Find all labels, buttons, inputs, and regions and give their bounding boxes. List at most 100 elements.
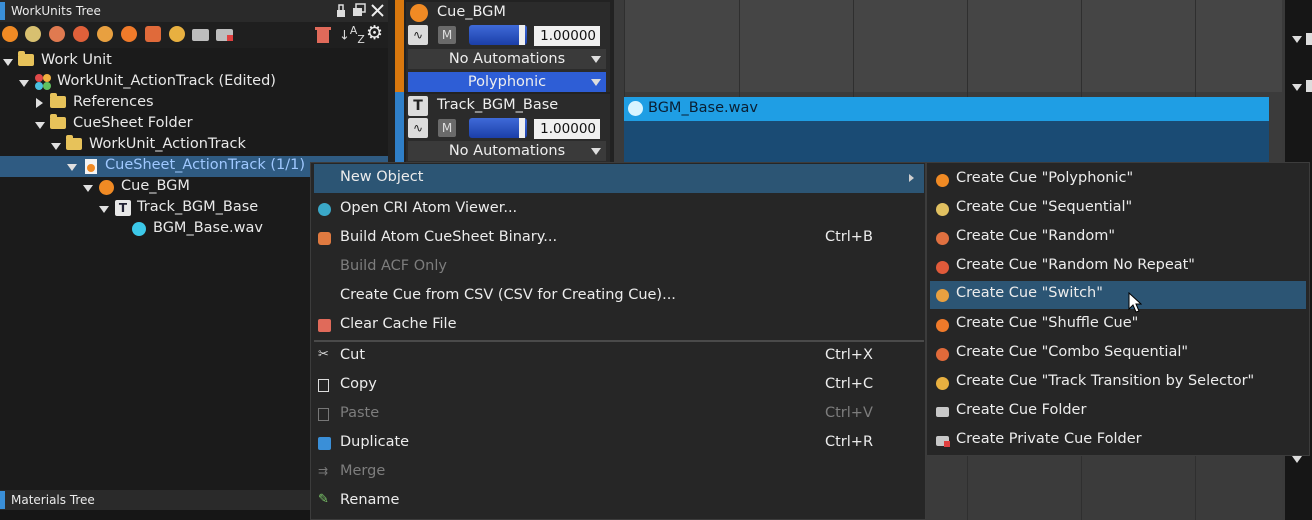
tree-item-cuesheet-folder[interactable]: CueSheet Folder bbox=[0, 114, 388, 135]
volume-value[interactable]: 1.00000 bbox=[534, 26, 600, 46]
cue-color-strip bbox=[395, 0, 404, 92]
menu-item-shortcut: Ctrl+B bbox=[825, 229, 873, 245]
submenu-item-shuffle[interactable]: Create Cue "Shuffle Cue" bbox=[930, 311, 1306, 339]
new-cue-folder-icon[interactable] bbox=[192, 29, 209, 41]
tree-item-workunit-actiontrack[interactable]: WorkUnit_ActionTrack (Edited) bbox=[0, 72, 388, 93]
volume-value[interactable]: 1.00000 bbox=[534, 119, 600, 139]
submenu-item-combo-sequential[interactable]: Create Cue "Combo Sequential" bbox=[930, 340, 1306, 368]
volume-slider[interactable] bbox=[469, 118, 527, 138]
new-shuffle-cue-icon[interactable] bbox=[121, 26, 137, 42]
menu-item-label: Create Cue from CSV (CSV for Creating Cu… bbox=[340, 287, 676, 303]
menu-item-rename[interactable]: ✎ Rename bbox=[314, 487, 924, 516]
expand-arrow-icon[interactable] bbox=[3, 59, 13, 66]
submenu-item-private-cue-folder[interactable]: Create Private Cue Folder bbox=[930, 427, 1306, 455]
tree-item-work-unit[interactable]: Work Unit bbox=[0, 51, 388, 72]
chevron-down-icon[interactable] bbox=[1292, 456, 1302, 463]
close-icon[interactable] bbox=[370, 3, 385, 18]
menu-item-merge[interactable]: ⇉ Merge bbox=[314, 458, 924, 487]
submenu-item-track-transition[interactable]: Create Cue "Track Transition by Selector… bbox=[930, 369, 1306, 397]
menu-item-open-atom-viewer[interactable]: Open CRI Atom Viewer... bbox=[314, 195, 924, 224]
expand-arrow-icon[interactable] bbox=[19, 80, 29, 87]
folder-icon bbox=[50, 93, 66, 108]
menu-item-shortcut: Ctrl+V bbox=[825, 405, 873, 421]
tree-item-label: BGM_Base.wav bbox=[153, 220, 263, 236]
track-icon: T bbox=[115, 200, 131, 216]
submenu-item-label: Create Cue "Sequential" bbox=[956, 199, 1133, 215]
audio-clip[interactable]: BGM_Base.wav bbox=[624, 97, 1269, 121]
menu-item-label: Paste bbox=[340, 405, 380, 421]
expand-arrow-icon[interactable] bbox=[83, 185, 93, 192]
gear-icon[interactable]: ⚙ bbox=[366, 22, 383, 44]
mouse-cursor-icon bbox=[1128, 292, 1142, 313]
expand-arrow-icon[interactable] bbox=[36, 98, 43, 108]
random-cue-icon bbox=[936, 232, 949, 245]
submenu-item-random[interactable]: Create Cue "Random" bbox=[930, 224, 1306, 252]
menu-item-build-acf-only[interactable]: Build ACF Only bbox=[314, 253, 924, 282]
mute-button[interactable]: M bbox=[438, 26, 456, 44]
menu-item-label: Clear Cache File bbox=[340, 316, 457, 332]
volume-slider[interactable] bbox=[469, 25, 527, 45]
materials-tree-titlebar: Materials Tree bbox=[0, 490, 310, 510]
tree-item-references[interactable]: References bbox=[0, 93, 388, 114]
build-icon bbox=[318, 232, 331, 245]
expand-arrow-icon[interactable] bbox=[51, 143, 61, 150]
new-sequential-cue-icon[interactable] bbox=[25, 26, 41, 42]
waveform-edit-icon[interactable]: ∿ bbox=[408, 118, 428, 138]
waveform-edit-icon[interactable]: ∿ bbox=[408, 25, 428, 45]
expand-arrow-icon[interactable] bbox=[67, 164, 77, 171]
menu-item-paste[interactable]: Paste Ctrl+V bbox=[314, 400, 924, 429]
menu-item-clear-cache[interactable]: Clear Cache File bbox=[314, 311, 924, 340]
polyphonic-cue-icon bbox=[99, 180, 114, 195]
submenu-item-switch[interactable]: Create Cue "Switch" bbox=[930, 281, 1306, 309]
expand-arrow-icon[interactable] bbox=[35, 122, 45, 129]
folder-icon bbox=[18, 51, 34, 66]
float-window-icon[interactable] bbox=[352, 3, 366, 17]
new-random-cue-icon[interactable] bbox=[49, 26, 65, 42]
new-polyphonic-cue-icon[interactable] bbox=[2, 26, 18, 42]
menu-item-build-cuesheet[interactable]: Build Atom CueSheet Binary... Ctrl+B bbox=[314, 224, 924, 253]
trash-icon bbox=[318, 319, 331, 332]
expand-arrow-icon[interactable] bbox=[99, 206, 109, 213]
menu-item-create-cue-from-csv[interactable]: Create Cue from CSV (CSV for Creating Cu… bbox=[314, 282, 924, 311]
tree-item-workunit-folder[interactable]: WorkUnit_ActionTrack bbox=[0, 135, 388, 156]
cue-folder-icon bbox=[936, 407, 949, 417]
menu-item-new-object[interactable]: New Object bbox=[314, 164, 924, 193]
cuesheet-icon bbox=[85, 159, 97, 174]
track-header[interactable]: T Track_BGM_Base ∿ M 1.00000 No Automati… bbox=[406, 94, 610, 164]
submenu-item-cue-folder[interactable]: Create Cue Folder bbox=[930, 398, 1306, 426]
trash-icon[interactable] bbox=[314, 25, 332, 44]
chevron-down-icon bbox=[591, 56, 601, 63]
submenu-item-sequential[interactable]: Create Cue "Sequential" bbox=[930, 195, 1306, 223]
menu-item-copy[interactable]: Copy Ctrl+C bbox=[314, 371, 924, 400]
automation-select[interactable]: No Automations bbox=[408, 49, 606, 69]
submenu-item-polyphonic[interactable]: Create Cue "Polyphonic" bbox=[930, 166, 1306, 194]
new-random-no-repeat-cue-icon[interactable] bbox=[73, 26, 89, 42]
new-combo-sequential-cue-icon[interactable] bbox=[145, 26, 161, 42]
cue-track-header[interactable]: Cue_BGM ∿ M 1.00000 No Automations Polyp… bbox=[406, 2, 610, 92]
menu-item-shortcut: Ctrl+C bbox=[825, 376, 874, 392]
shuffle-cue-icon bbox=[936, 319, 949, 332]
menu-item-label: Copy bbox=[340, 376, 377, 392]
volume-slider-handle[interactable] bbox=[519, 25, 525, 45]
chevron-down-icon[interactable] bbox=[1292, 84, 1302, 91]
materials-tree-area bbox=[0, 510, 310, 520]
menu-item-shortcut: Ctrl+X bbox=[825, 347, 873, 363]
panel-button-icon[interactable] bbox=[1306, 33, 1312, 45]
automation-select[interactable]: No Automations bbox=[408, 141, 606, 161]
mute-button[interactable]: M bbox=[438, 119, 456, 137]
menu-item-cut[interactable]: ✂ Cut Ctrl+X bbox=[314, 342, 924, 371]
tree-item-label: CueSheet_ActionTrack (1/1) bbox=[105, 157, 306, 173]
cue-type-select[interactable]: Polyphonic bbox=[408, 72, 606, 92]
tree-item-label: WorkUnit_ActionTrack bbox=[89, 136, 246, 152]
new-track-transition-cue-icon[interactable] bbox=[169, 26, 185, 42]
chevron-down-icon[interactable] bbox=[1292, 36, 1302, 43]
panel-button-icon[interactable] bbox=[1306, 80, 1312, 92]
new-private-cue-folder-icon[interactable] bbox=[216, 29, 233, 41]
volume-slider-handle[interactable] bbox=[519, 118, 525, 138]
menu-item-label: Build Atom CueSheet Binary... bbox=[340, 229, 558, 245]
new-switch-cue-icon[interactable] bbox=[97, 26, 113, 42]
sort-icon[interactable]: ↓AZ bbox=[339, 24, 365, 46]
menu-item-duplicate[interactable]: Duplicate Ctrl+R bbox=[314, 429, 924, 458]
submenu-item-random-no-repeat[interactable]: Create Cue "Random No Repeat" bbox=[930, 253, 1306, 281]
pin-icon[interactable] bbox=[334, 4, 348, 18]
